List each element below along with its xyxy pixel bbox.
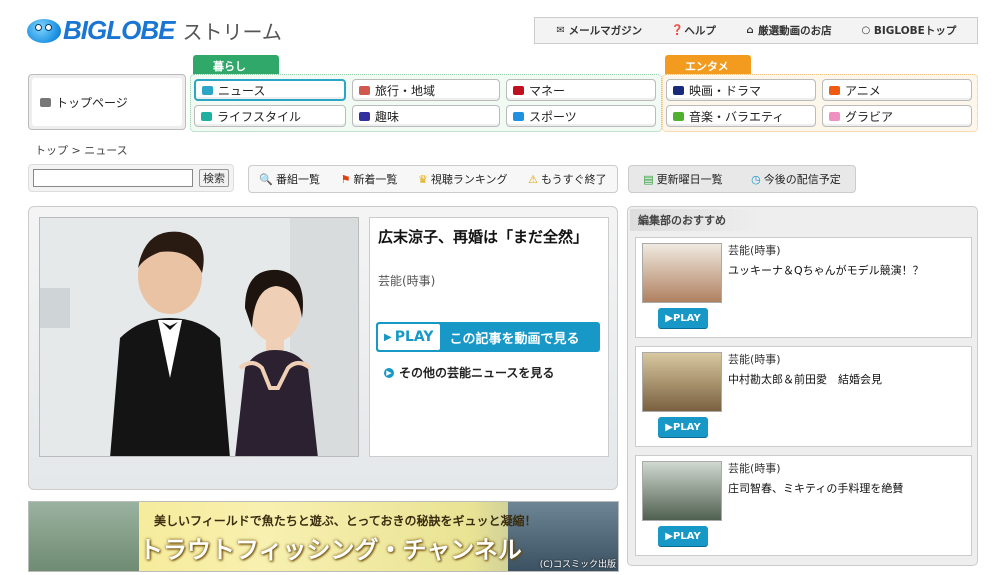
shop-link[interactable]: ⌂ 厳選動画のお店 [745, 23, 832, 38]
play-text: この記事を動画で見る [449, 331, 580, 347]
toppage-box: トップページ [28, 74, 186, 130]
circle-icon: ○ [861, 24, 871, 36]
nav-anime[interactable]: アニメ [822, 79, 972, 101]
kurashi-tab: 暮らし [193, 55, 279, 76]
logo-sub: ストリーム [182, 19, 282, 44]
recommend-thumbnail[interactable] [642, 352, 722, 412]
recommend-thumbnail[interactable] [642, 461, 722, 521]
play-video-button[interactable]: ▶ PLAY この記事を動画で見る [376, 322, 600, 352]
help-icon: ❓ [671, 24, 684, 36]
recommend-item[interactable]: 芸能(時事) 庄司智春、ミキティの手料理を絶賛 ▶ PLAY [635, 455, 972, 556]
crown-icon: ♛ [418, 172, 428, 186]
recommend-category: 芸能(時事) [728, 353, 781, 366]
nav-movie-drama[interactable]: 映画・ドラマ [666, 79, 816, 101]
feature-photo-image [40, 218, 358, 456]
banner-credit: (C)コスミック出版 [539, 560, 616, 570]
kurashi-body: ニュース 旅行・地域 マネー ライフスタイル 趣味 スポーツ [190, 74, 662, 132]
toppage-link[interactable]: トップページ [32, 78, 182, 126]
program-list-link[interactable]: 🔍 番組一覧 [259, 171, 320, 187]
recommend-category: 芸能(時事) [728, 244, 781, 257]
schedule-link[interactable]: ◷ 今後の配信予定 [751, 171, 841, 187]
recommend-item[interactable]: 芸能(時事) 中村勘太郎＆前田愛 結婚会見 ▶ PLAY [635, 346, 972, 447]
nav-lifestyle[interactable]: ライフスタイル [194, 105, 346, 127]
play-icon: ▶ [665, 530, 673, 542]
recommend-title[interactable]: 中村勘太郎＆前田愛 結婚会見 [728, 371, 882, 387]
warning-icon: ⚠ [528, 172, 539, 186]
recommend-item[interactable]: 芸能(時事) ユッキーナ＆Qちゃんがモデル競演！？ ▶ PLAY [635, 237, 972, 338]
entame-tab: エンタメ [665, 55, 751, 76]
page: BIGLOBE ストリーム ✉ メールマガジン ❓ ヘルプ ⌂ 厳選動画のお店 ○ BI… [0, 0, 1001, 575]
entame-body: 映画・ドラマ アニメ 音楽・バラエティ グラビア [662, 74, 978, 132]
play-icon: ▶ [665, 421, 673, 433]
schedule-nav: ▤ 更新曜日一覧 ◷ 今後の配信予定 [628, 165, 856, 193]
recommend-play-button[interactable]: ▶ PLAY [658, 417, 708, 437]
arrow-icon: ▶ [384, 367, 394, 378]
clock-icon: ◷ [751, 172, 761, 186]
biglobe-fish-icon [27, 15, 61, 45]
search-box: 検索 [28, 164, 234, 192]
breadcrumb-top[interactable]: トップ [35, 144, 68, 157]
sidebar-heading: 編集部のおすすめ [630, 209, 760, 231]
nav-gravure[interactable]: グラビア [822, 105, 972, 127]
nav-money[interactable]: マネー [506, 79, 656, 101]
ending-soon-link[interactable]: ⚠ もうすぐ終了 [528, 171, 607, 187]
biglobe-top-link[interactable]: ○ BIGLOBEトップ [861, 23, 957, 38]
search-button[interactable]: 検索 [199, 169, 229, 187]
flag-icon: ⚑ [340, 172, 351, 186]
feature-info: 広末涼子、再婚は「まだ全然」 芸能(時事) ▶ PLAY この記事を動画で見る ▶… [369, 217, 609, 457]
feature-panel: 広末涼子、再婚は「まだ全然」 芸能(時事) ▶ PLAY この記事を動画で見る ▶… [28, 206, 618, 490]
tv-icon [40, 97, 51, 107]
home-icon: ⌂ [746, 24, 754, 36]
mail-icon: ✉ [556, 24, 565, 36]
nav-music-variety[interactable]: 音楽・バラエティ [666, 105, 816, 127]
recommend-title[interactable]: 庄司智春、ミキティの手料理を絶賛 [728, 480, 903, 496]
ranking-link[interactable]: ♛ 視聴ランキング [418, 171, 508, 187]
banner-tagline: 美しいフィールドで魚たちと遊ぶ、とっておきの秘訣をギュッと凝縮！ [154, 514, 537, 528]
weekday-list-link[interactable]: ▤ 更新曜日一覧 [643, 171, 722, 187]
feature-category: 芸能(時事) [378, 274, 436, 288]
recommend-play-button[interactable]: ▶ PLAY [658, 526, 708, 546]
play-icon: ▶ [665, 312, 673, 324]
logo-brand: BIGLOBE [63, 14, 175, 45]
program-nav: 🔍 番組一覧 ⚑ 新着一覧 ♛ 視聴ランキング ⚠ もうすぐ終了 [248, 165, 618, 193]
banner-title: トラウトフィッシング・チャンネル [139, 535, 522, 564]
recommend-thumbnail[interactable] [642, 243, 722, 303]
search-icon: 🔍 [259, 172, 273, 186]
recommend-play-button[interactable]: ▶ PLAY [658, 308, 708, 328]
recommend-category: 芸能(時事) [728, 462, 781, 475]
banner-anglers-image [29, 502, 139, 571]
nav-news[interactable]: ニュース [194, 79, 346, 101]
calendar-icon: ▤ [643, 172, 654, 186]
top-links: ✉ メールマガジン ❓ ヘルプ ⌂ 厳選動画のお店 ○ BIGLOBEトップ [534, 17, 978, 44]
play-icon: ▶ [384, 331, 392, 343]
help-link[interactable]: ❓ ヘルプ [671, 23, 716, 38]
new-list-link[interactable]: ⚑ 新着一覧 [341, 171, 398, 187]
nav-travel[interactable]: 旅行・地域 [352, 79, 500, 101]
breadcrumb: トップ > ニュース [35, 142, 128, 158]
mail-magazine-link[interactable]: ✉ メールマガジン [556, 23, 642, 38]
feature-title[interactable]: 広末涼子、再婚は「まだ全然」 [378, 226, 588, 247]
nav-sports[interactable]: スポーツ [506, 105, 656, 127]
breadcrumb-current: ニュース [84, 144, 128, 157]
play-label: ▶ PLAY [378, 324, 440, 350]
breadcrumb-sep: > [71, 144, 81, 157]
logo[interactable]: BIGLOBE ストリーム [27, 12, 282, 48]
recommend-sidebar: 編集部のおすすめ 芸能(時事) ユッキーナ＆Qちゃんがモデル競演！？ ▶ PLAY… [627, 206, 978, 566]
nav-hobby[interactable]: 趣味 [352, 105, 500, 127]
ad-banner[interactable]: 美しいフィールドで魚たちと遊ぶ、とっておきの秘訣をギュッと凝縮！ トラウトフィッ… [28, 501, 619, 572]
feature-photo[interactable] [39, 217, 359, 457]
search-input[interactable] [33, 169, 193, 187]
recommend-title[interactable]: ユッキーナ＆Qちゃんがモデル競演！？ [728, 262, 924, 278]
more-news-link[interactable]: ▶ その他の芸能ニュースを見る [384, 364, 554, 381]
